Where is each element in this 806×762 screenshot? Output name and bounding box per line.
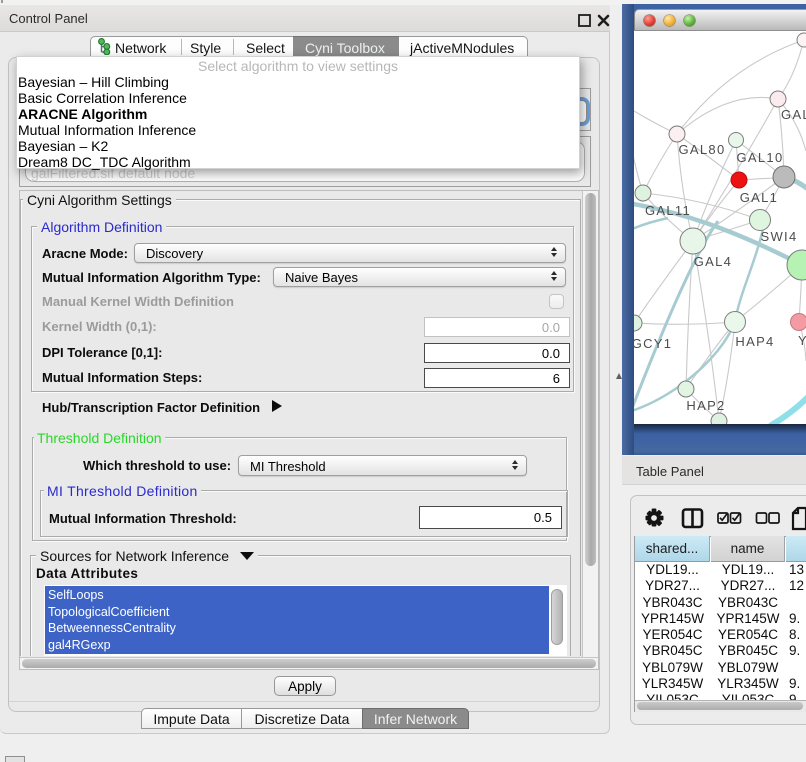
svg-text:GAL1: GAL1 — [740, 190, 778, 205]
svg-text:GAL80: GAL80 — [679, 142, 726, 157]
svg-text:HAP2: HAP2 — [686, 398, 725, 413]
svg-text:GAL11: GAL11 — [645, 203, 691, 218]
svg-text:GAL10: GAL10 — [737, 150, 784, 165]
svg-text:GAL: GAL — [781, 107, 806, 122]
svg-text:GCY1: GCY1 — [634, 336, 672, 351]
svg-text:SWI4: SWI4 — [761, 229, 798, 244]
svg-text:Y: Y — [798, 333, 806, 348]
svg-text:GAL4: GAL4 — [694, 254, 732, 269]
svg-text:HAP4: HAP4 — [735, 334, 774, 349]
